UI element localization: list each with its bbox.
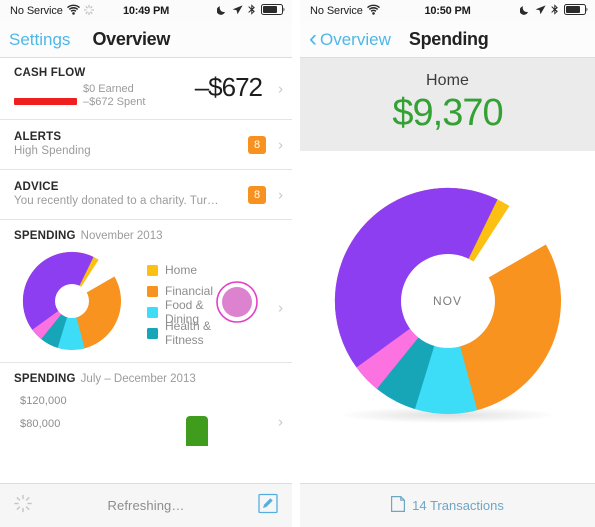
cash-flow-key: CASH FLOW — [14, 67, 86, 79]
chevron-left-icon: ‹ — [309, 24, 317, 52]
advice-key: ADVICE — [14, 181, 59, 193]
cash-flow-earned-row: $0 Earned — [14, 82, 195, 95]
page-title: Spending — [408, 29, 489, 49]
spending-month-body: Home Financial Food & Dining Health & Fi… — [14, 249, 280, 354]
donut-center-label: NOV — [432, 294, 463, 308]
transactions-link[interactable]: 14 Transactions — [391, 496, 504, 515]
y-axis-label-120k: $120,000 — [20, 395, 67, 407]
nav-back-label: Settings — [9, 29, 71, 49]
row-cash-flow[interactable]: CASH FLOW $0 Earned –$672 Spent –$672 › — [0, 58, 292, 120]
left-phone-screen: No Service 10:49 PM Settings Overview CA… — [0, 0, 292, 527]
hero-category: Home — [425, 72, 470, 89]
transactions-label: 14 Transactions — [412, 498, 504, 513]
left-nav-bar: Settings Overview — [0, 22, 292, 58]
spending-month-period: November 2013 — [80, 230, 163, 242]
legend-label: Home — [165, 263, 198, 277]
chevron-right-icon: › — [278, 136, 283, 153]
alerts-sub: High Spending — [14, 145, 91, 157]
hero-summary: Home $9,370 — [300, 58, 595, 160]
activity-spinner-icon — [14, 494, 32, 517]
hero-amount: $9,370 — [392, 92, 503, 134]
legend-label: Financial — [165, 284, 214, 298]
right-phone-screen: No Service 10:50 PM ‹ Overview Spending … — [300, 0, 595, 527]
left-bottom-toolbar: Refreshing… — [0, 483, 292, 527]
left-status-bar: No Service 10:49 PM — [0, 0, 292, 22]
spending-donut-large[interactable]: NOV — [333, 186, 563, 416]
spending-donut-small — [17, 249, 127, 354]
chevron-right-icon: › — [278, 413, 283, 431]
location-arrow-icon — [232, 4, 243, 18]
chevron-right-icon: › — [278, 80, 283, 97]
cash-flow-total: –$672 — [194, 72, 263, 102]
cash-flow-content: CASH FLOW $0 Earned –$672 Spent –$672 — [14, 67, 280, 108]
screenshot-root: No Service 10:49 PM Settings Overview CA… — [0, 0, 595, 527]
row-alerts[interactable]: ALERTS High Spending 8 › — [0, 120, 292, 170]
right-status-bar: No Service 10:50 PM — [300, 0, 595, 22]
battery-icon — [564, 4, 589, 18]
spending-range-period: July – December 2013 — [80, 373, 196, 385]
chevron-right-icon: › — [278, 186, 283, 203]
chevron-right-icon: › — [278, 299, 283, 317]
spending-legend: Home Financial Food & Dining Health & Fi… — [147, 260, 216, 347]
nav-back-overview[interactable]: ‹ Overview — [300, 24, 391, 52]
legend-swatch — [147, 306, 158, 318]
row-spending-month[interactable]: SPENDING November 2013 Home Financial Fo… — [0, 220, 292, 363]
legend-label: Health & Fitness — [165, 319, 212, 347]
alerts-key: ALERTS — [14, 131, 62, 143]
earned-label: $0 Earned — [83, 82, 134, 95]
legend-swatch — [147, 327, 158, 339]
legend-item: Health & Fitness — [147, 319, 216, 347]
row-advice[interactable]: ADVICE You recently donated to a charity… — [0, 170, 292, 220]
row-spending-range[interactable]: SPENDING July – December 2013 $120,000 $… — [0, 363, 292, 446]
cash-flow-left: CASH FLOW $0 Earned –$672 Spent — [14, 67, 195, 108]
compose-icon[interactable] — [258, 493, 278, 518]
do-not-disturb-moon-icon — [216, 5, 227, 18]
bluetooth-icon — [551, 4, 559, 18]
do-not-disturb-moon-icon — [519, 5, 530, 18]
status-badge: 8 — [248, 135, 266, 154]
right-bottom-toolbar: 14 Transactions — [300, 483, 595, 527]
category-bubble[interactable] — [216, 280, 258, 323]
bluetooth-icon — [248, 4, 256, 18]
legend-swatch — [147, 285, 158, 297]
spending-bar-chart: $120,000 $80,000 — [14, 395, 280, 446]
page-title: Overview — [92, 29, 171, 49]
refresh-status-text: Refreshing… — [107, 498, 185, 513]
overview-list: CASH FLOW $0 Earned –$672 Spent –$672 › … — [0, 58, 292, 446]
nav-back-settings[interactable]: Settings — [0, 30, 70, 50]
battery-icon — [261, 4, 286, 18]
cash-flow-bars: $0 Earned –$672 Spent — [14, 82, 195, 108]
right-nav-bar: ‹ Overview Spending — [300, 22, 595, 58]
status-badge: 8 — [248, 185, 266, 204]
nav-back-label: Overview — [320, 29, 391, 49]
y-axis-label-80k: $80,000 — [20, 418, 61, 430]
spending-donut-large-wrap: NOV — [300, 151, 595, 451]
spent-bar — [14, 98, 77, 105]
spending-range-header: SPENDING July – December 2013 — [14, 373, 280, 385]
document-icon — [391, 496, 406, 515]
spending-month-key: SPENDING — [14, 230, 76, 242]
spending-range-key: SPENDING — [14, 373, 76, 385]
status-bar-right-group — [519, 4, 589, 18]
spending-month-header: SPENDING November 2013 — [14, 230, 280, 242]
legend-swatch — [147, 264, 158, 276]
bar-nov — [186, 416, 208, 446]
status-bar-right-group — [216, 4, 286, 18]
legend-item: Home — [147, 260, 216, 281]
cash-flow-spent-row: –$672 Spent — [14, 95, 195, 108]
location-arrow-icon — [535, 4, 546, 18]
advice-sub: You recently donated to a charity. Tur… — [14, 195, 219, 207]
spent-label: –$672 Spent — [83, 95, 146, 108]
